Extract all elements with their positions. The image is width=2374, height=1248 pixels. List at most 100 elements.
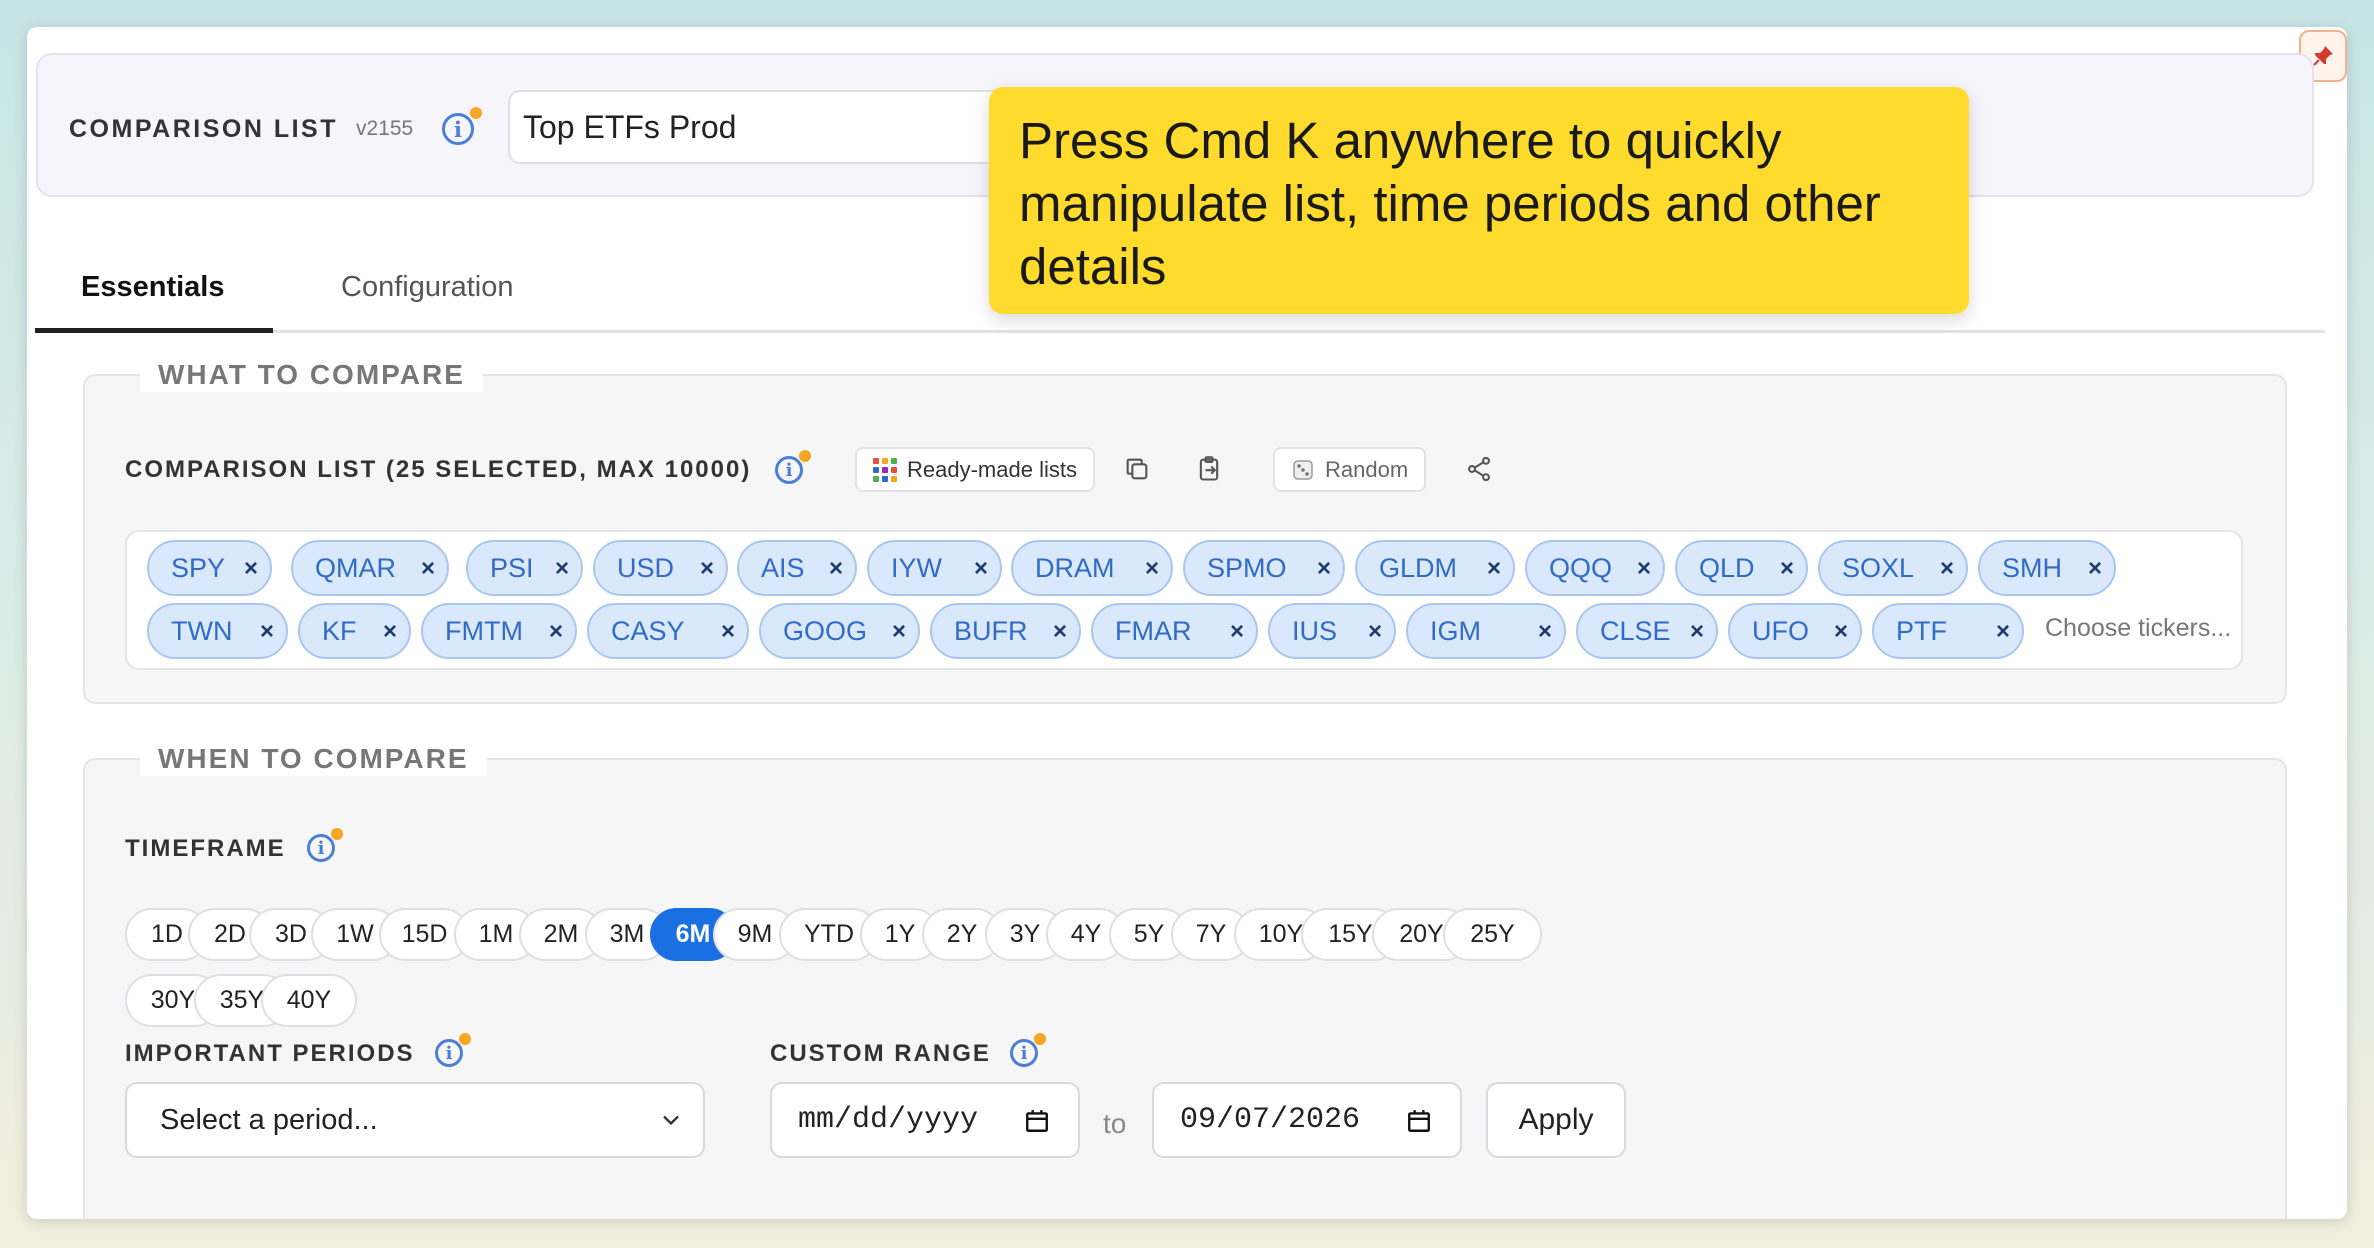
ticker-chip-label: CASY (611, 615, 685, 646)
active-tab-indicator (35, 328, 273, 333)
remove-ticker-icon[interactable]: × (1834, 618, 1848, 646)
timeframe-option-40y[interactable]: 40Y (261, 974, 357, 1027)
remove-ticker-icon[interactable]: × (974, 555, 988, 583)
info-icon[interactable]: i (442, 107, 482, 145)
ticker-chip[interactable]: IGM × (1406, 603, 1566, 659)
remove-ticker-icon[interactable]: × (1538, 618, 1552, 646)
remove-ticker-icon[interactable]: × (1637, 555, 1651, 583)
remove-ticker-icon[interactable]: × (892, 618, 906, 646)
ticker-chip-label: IGM (1430, 615, 1481, 646)
ready-made-lists-label: Ready-made lists (907, 456, 1077, 482)
remove-ticker-icon[interactable]: × (700, 555, 714, 583)
ticker-chip-label: SOXL (1842, 552, 1915, 583)
ready-made-lists-button[interactable]: Ready-made lists (855, 447, 1095, 492)
app-window: COMPARISON LIST v2155 i Essentials Confi… (27, 27, 2347, 1219)
tab-configuration[interactable]: Configuration (341, 271, 514, 304)
ticker-chip-label: SPY (171, 552, 226, 583)
remove-ticker-icon[interactable]: × (1940, 555, 1954, 583)
timeframe-label: TIMEFRAME (125, 835, 286, 862)
end-date-input[interactable]: 09/07/2026 (1152, 1082, 1462, 1158)
remove-ticker-icon[interactable]: × (829, 555, 843, 583)
ticker-chip[interactable]: PTF × (1872, 603, 2024, 659)
apply-range-button[interactable]: Apply (1486, 1082, 1626, 1158)
important-periods-info-icon[interactable]: i (435, 1033, 471, 1071)
share-icon (1468, 456, 1490, 482)
ticker-chip-label: KF (322, 615, 357, 646)
end-date-value: 09/07/2026 (1180, 1103, 1361, 1137)
remove-ticker-icon[interactable]: × (1368, 618, 1382, 646)
ticker-chip[interactable]: QMAR × (291, 540, 449, 596)
remove-ticker-icon[interactable]: × (1317, 555, 1331, 583)
remove-ticker-icon[interactable]: × (1230, 618, 1244, 646)
important-periods-label: IMPORTANT PERIODS (125, 1040, 415, 1067)
ticker-chip[interactable]: QQQ × (1525, 540, 1665, 596)
remove-ticker-icon[interactable]: × (383, 618, 397, 646)
period-select[interactable]: Select a period... (125, 1082, 705, 1158)
remove-ticker-icon[interactable]: × (1487, 555, 1501, 583)
ticker-chip[interactable]: SMH × (1978, 540, 2116, 596)
ticker-chip[interactable]: FMAR × (1091, 603, 1258, 659)
ticker-chip[interactable]: AIS × (737, 540, 857, 596)
ticker-chip-label: GOOG (783, 615, 868, 646)
ticker-chip-label: DRAM (1035, 552, 1115, 583)
ticker-chip-label: SMH (2002, 552, 2062, 583)
ticker-search-input[interactable]: Choose tickers... (2045, 614, 2231, 643)
ticker-chip[interactable]: GLDM × (1355, 540, 1515, 596)
period-select-value: Select a period... (160, 1103, 378, 1136)
remove-ticker-icon[interactable]: × (1145, 555, 1159, 583)
ticker-chip[interactable]: UFO × (1728, 603, 1862, 659)
ticker-chip-label: AIS (761, 552, 805, 583)
ticker-chip[interactable]: CASY × (587, 603, 749, 659)
ticker-chip-label: GLDM (1379, 552, 1458, 583)
share-button[interactable] (1461, 451, 1497, 487)
remove-ticker-icon[interactable]: × (1996, 618, 2010, 646)
custom-range-info-icon[interactable]: i (1010, 1033, 1046, 1071)
copy-button[interactable] (1119, 451, 1155, 487)
ticker-chip[interactable]: CLSE × (1576, 603, 1718, 659)
copy-icon (1126, 458, 1148, 480)
remove-ticker-icon[interactable]: × (244, 555, 258, 583)
start-date-value: mm/dd/yyyy (798, 1103, 979, 1137)
remove-ticker-icon[interactable]: × (1690, 618, 1704, 646)
timeframe-info-icon[interactable]: i (307, 828, 343, 866)
remove-ticker-icon[interactable]: × (1053, 618, 1067, 646)
calendar-icon[interactable] (1406, 1108, 1432, 1134)
remove-ticker-icon[interactable]: × (421, 555, 435, 583)
timeframe-option-25y[interactable]: 25Y (1443, 908, 1542, 961)
paste-button[interactable] (1191, 451, 1227, 487)
random-button[interactable]: Random (1273, 447, 1427, 492)
remove-ticker-icon[interactable]: × (549, 618, 563, 646)
custom-range-label: CUSTOM RANGE (770, 1040, 991, 1067)
chevron-down-icon (663, 1115, 679, 1126)
calendar-icon[interactable] (1024, 1108, 1050, 1134)
comparison-list-info-icon[interactable]: i (775, 450, 811, 488)
ticker-chip[interactable]: TWN × (147, 603, 288, 659)
ticker-chip[interactable]: IYW × (867, 540, 1002, 596)
ticker-chip[interactable]: SPY × (147, 540, 272, 596)
remove-ticker-icon[interactable]: × (721, 618, 735, 646)
remove-ticker-icon[interactable]: × (1780, 555, 1794, 583)
ticker-chip[interactable]: KF × (298, 603, 411, 659)
clipboard-icon (1199, 456, 1219, 481)
what-to-compare-legend: WHAT TO COMPARE (140, 358, 483, 392)
ticker-chip[interactable]: PSI × (466, 540, 583, 596)
ticker-selector[interactable]: SPY × QMAR × PSI × USD × AIS × IYW × DRAM × SPMO × GLDM ×… (125, 530, 2243, 670)
ticker-chip[interactable]: GOOG × (759, 603, 920, 659)
pin-icon (2313, 46, 2333, 66)
ticker-chip[interactable]: BUFR × (930, 603, 1081, 659)
ticker-chip[interactable]: SPMO × (1183, 540, 1345, 596)
ticker-chip[interactable]: FMTM × (421, 603, 577, 659)
start-date-input[interactable]: mm/dd/yyyy (770, 1082, 1080, 1158)
ticker-chip[interactable]: USD × (593, 540, 728, 596)
ticker-chip[interactable]: IUS × (1268, 603, 1396, 659)
dice-icon (1293, 459, 1313, 480)
remove-ticker-icon[interactable]: × (555, 555, 569, 583)
remove-ticker-icon[interactable]: × (2088, 555, 2102, 583)
remove-ticker-icon[interactable]: × (260, 618, 274, 646)
ticker-chip[interactable]: QLD × (1675, 540, 1808, 596)
ticker-chip[interactable]: DRAM × (1011, 540, 1173, 596)
ticker-chip-label: UFO (1752, 615, 1809, 646)
ticker-chip[interactable]: SOXL × (1818, 540, 1968, 596)
ticker-chip-label: CLSE (1600, 615, 1671, 646)
tab-essentials[interactable]: Essentials (81, 271, 224, 304)
